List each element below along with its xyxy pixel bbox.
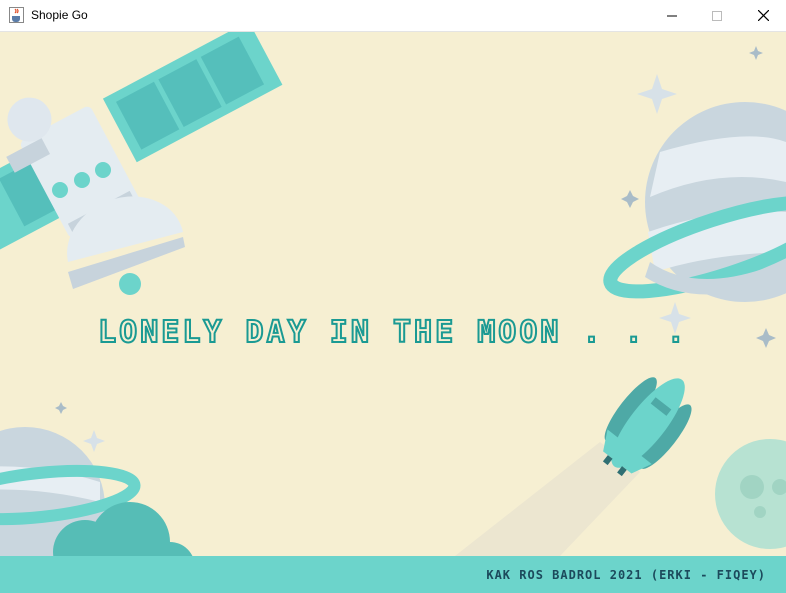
space-illustration <box>0 32 786 592</box>
close-button[interactable] <box>740 0 786 31</box>
minimize-icon <box>667 15 677 16</box>
game-scene: LONELY DAY IN THE MOON . . . KAK ROS BAD… <box>0 32 786 593</box>
satellite-illustration <box>0 32 283 295</box>
moon-illustration <box>715 439 786 549</box>
minimize-button[interactable] <box>649 0 695 31</box>
window-title: Shopie Go <box>31 8 88 22</box>
java-cup-icon <box>9 7 24 23</box>
app-window: Shopie Go LONELY DAY IN THE MOON . . . K… <box>0 0 786 593</box>
maximize-icon <box>712 10 722 21</box>
credit-text: KAK ROS BADROL 2021 (ERKI - FIQEY) <box>486 568 766 582</box>
scene-headline: LONELY DAY IN THE MOON . . . <box>97 314 688 351</box>
title-bar[interactable]: Shopie Go <box>0 0 786 32</box>
maximize-button[interactable] <box>694 0 740 31</box>
footer-bar: KAK ROS BADROL 2021 (ERKI - FIQEY) <box>0 556 786 593</box>
close-icon <box>757 10 769 21</box>
rocket-illustration <box>455 377 692 556</box>
